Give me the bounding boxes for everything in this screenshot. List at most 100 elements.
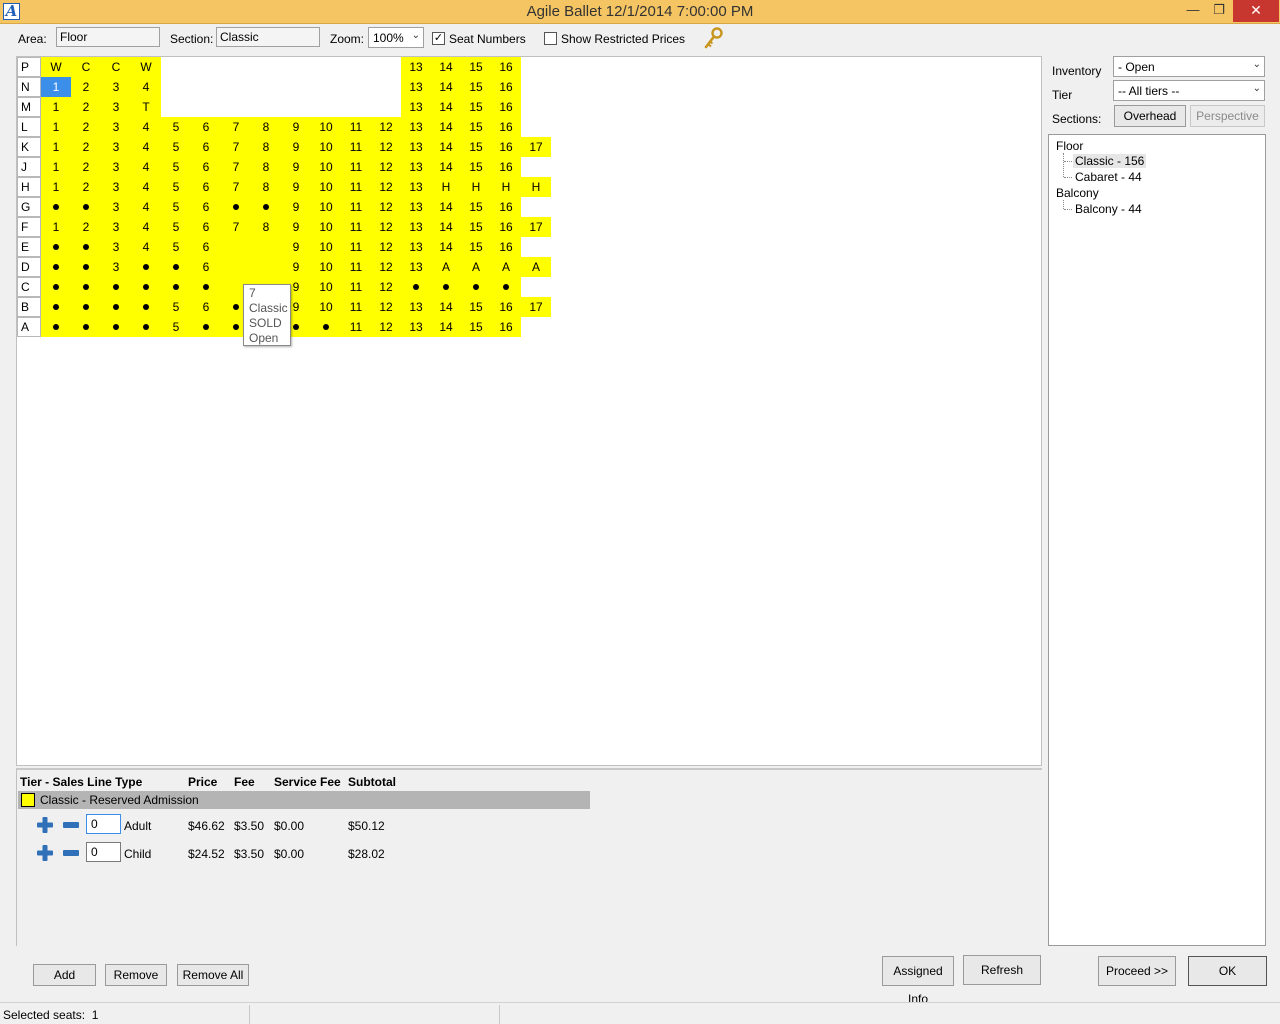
seat[interactable]: 15 [461,297,491,317]
seat[interactable] [401,277,431,297]
seat[interactable]: 6 [191,257,221,277]
seat[interactable]: 13 [401,217,431,237]
seat[interactable]: 13 [401,77,431,97]
seat[interactable]: 4 [131,177,161,197]
close-button[interactable]: ✕ [1233,0,1279,22]
seat[interactable]: 12 [371,197,401,217]
inventory-select[interactable]: - Open ⌄ [1113,56,1265,77]
seat[interactable]: 16 [491,317,521,337]
seat[interactable] [41,197,71,217]
seat[interactable] [101,277,131,297]
seat[interactable]: 5 [161,297,191,317]
seat[interactable]: 9 [281,157,311,177]
seat[interactable]: 5 [161,217,191,237]
remove-button[interactable]: Remove [105,964,167,986]
seat[interactable] [41,277,71,297]
seat[interactable]: 7 [221,217,251,237]
seat[interactable]: 2 [71,97,101,117]
seat[interactable] [71,197,101,217]
seat[interactable]: 12 [371,297,401,317]
seat[interactable]: 14 [431,217,461,237]
seat[interactable]: 17 [521,297,551,317]
seat[interactable]: 11 [341,217,371,237]
seat[interactable]: 14 [431,237,461,257]
seat[interactable] [41,257,71,277]
seat[interactable]: 4 [131,77,161,97]
seat[interactable]: 1 [41,157,71,177]
seat[interactable] [221,197,251,217]
seat[interactable] [311,317,341,337]
seat[interactable]: 11 [341,237,371,257]
seat[interactable]: 11 [341,117,371,137]
seat[interactable]: T [131,97,161,117]
seat[interactable]: 4 [131,237,161,257]
seat[interactable]: 5 [161,177,191,197]
restricted-prices-checkbox[interactable] [544,32,557,45]
seat[interactable]: 11 [341,177,371,197]
seat[interactable]: 3 [101,257,131,277]
maximize-button[interactable]: ❐ [1206,0,1232,22]
seat[interactable]: 11 [341,157,371,177]
seat[interactable]: 16 [491,197,521,217]
seat[interactable]: 3 [101,137,131,157]
seat[interactable] [71,297,101,317]
seat[interactable]: 6 [191,237,221,257]
refresh-button[interactable]: Refresh [963,955,1041,985]
seat[interactable] [251,237,281,257]
seat[interactable]: 10 [311,257,341,277]
seat[interactable]: 2 [71,157,101,177]
seat[interactable]: 8 [251,177,281,197]
assigned-info-button[interactable]: Assigned Info [882,956,954,1006]
seat[interactable]: 15 [461,317,491,337]
seat[interactable] [131,317,161,337]
seat[interactable]: 3 [101,217,131,237]
sections-tree[interactable]: Floor Classic - 156 Cabaret - 44 Balcony… [1048,134,1266,946]
seat[interactable]: 2 [71,137,101,157]
seat[interactable] [41,317,71,337]
seat[interactable]: 12 [371,137,401,157]
seat[interactable]: 8 [251,157,281,177]
perspective-button[interactable]: Perspective [1190,105,1265,127]
seat[interactable]: 11 [341,257,371,277]
seat[interactable]: 16 [491,57,521,77]
seat[interactable]: 14 [431,157,461,177]
seat[interactable]: 7 [221,157,251,177]
seat[interactable]: C [71,57,101,77]
seat[interactable] [101,317,131,337]
proceed-button[interactable]: Proceed >> [1098,956,1176,986]
seat[interactable]: 12 [371,257,401,277]
seat[interactable]: H [521,177,551,197]
seat[interactable]: 12 [371,177,401,197]
seat[interactable]: 3 [101,97,131,117]
seat[interactable]: 10 [311,157,341,177]
seat[interactable]: 10 [311,117,341,137]
seat[interactable]: H [491,177,521,197]
seat[interactable] [101,297,131,317]
seat[interactable]: 4 [131,217,161,237]
seat[interactable]: 14 [431,137,461,157]
increment-child-plus-icon[interactable] [37,845,53,861]
seat[interactable]: 9 [281,177,311,197]
seat[interactable]: 12 [371,317,401,337]
seat[interactable]: 10 [311,217,341,237]
seat[interactable] [131,297,161,317]
seat[interactable] [251,197,281,217]
seat[interactable] [251,257,281,277]
seat[interactable]: W [41,57,71,77]
seat[interactable] [221,257,251,277]
seat[interactable]: 16 [491,297,521,317]
seat[interactable]: 15 [461,57,491,77]
seat-numbers-checkbox[interactable]: ✓ [432,32,445,45]
seat[interactable]: C [101,57,131,77]
seat[interactable]: 8 [251,137,281,157]
seat[interactable]: W [131,57,161,77]
seat[interactable] [131,277,161,297]
tree-node-floor[interactable]: Floor [1056,139,1083,153]
seat[interactable]: 13 [401,237,431,257]
seat[interactable] [161,277,191,297]
seat[interactable]: A [491,257,521,277]
seat[interactable]: A [461,257,491,277]
seat[interactable]: 4 [131,117,161,137]
seat[interactable]: 3 [101,157,131,177]
seat[interactable]: 5 [161,157,191,177]
